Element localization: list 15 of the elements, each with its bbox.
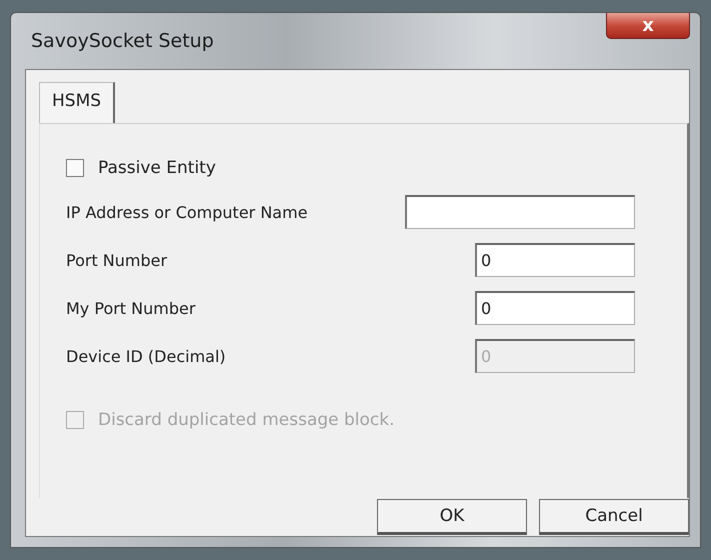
- field-label: Device ID (Decimal): [66, 346, 226, 366]
- input-field[interactable]: 0: [475, 243, 635, 277]
- field-label: My Port Number: [66, 298, 196, 318]
- checkbox-label: Passive Entity: [98, 158, 216, 178]
- input-field[interactable]: [405, 195, 635, 229]
- field-label: IP Address or Computer Name: [66, 202, 308, 222]
- window-title: SavoySocket Setup: [31, 30, 214, 52]
- dialog-button[interactable]: Cancel: [539, 499, 689, 535]
- dialog-button[interactable]: OK: [377, 499, 527, 535]
- close-button[interactable]: x: [606, 13, 690, 39]
- field-label: Port Number: [66, 250, 168, 270]
- checkbox-label: Discard duplicated message block.: [98, 410, 395, 430]
- input-field[interactable]: 0: [475, 291, 635, 325]
- checkbox[interactable]: [66, 159, 84, 177]
- tab[interactable]: HSMS: [39, 82, 116, 123]
